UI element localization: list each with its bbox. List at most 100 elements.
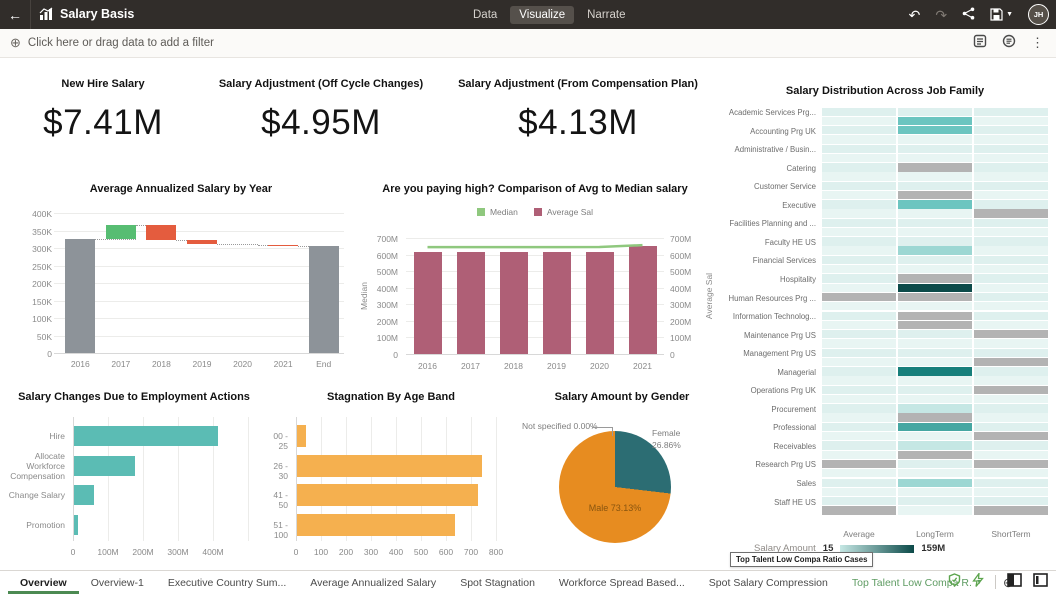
heatmap-cell[interactable] bbox=[898, 191, 972, 199]
heatmap-cell[interactable] bbox=[974, 293, 1048, 301]
heatmap-cell[interactable] bbox=[974, 182, 1048, 190]
kpi-tile[interactable]: New Hire Salary$7.41M bbox=[8, 78, 198, 143]
heatmap-cell[interactable] bbox=[822, 274, 896, 282]
heatmap-cell[interactable] bbox=[974, 274, 1048, 282]
heatmap-cell[interactable] bbox=[822, 451, 896, 459]
heatmap-cell[interactable] bbox=[898, 284, 972, 292]
heatmap-cell[interactable] bbox=[822, 237, 896, 245]
heatmap-cell[interactable] bbox=[898, 330, 972, 338]
heatmap-cell[interactable] bbox=[974, 172, 1048, 180]
heatmap-cell[interactable] bbox=[822, 441, 896, 449]
heatmap-cell[interactable] bbox=[974, 488, 1048, 496]
heatmap-cell[interactable] bbox=[898, 145, 972, 153]
heatmap-cell[interactable] bbox=[974, 339, 1048, 347]
heatmap-cell[interactable] bbox=[822, 506, 896, 514]
heatmap-cell[interactable] bbox=[898, 479, 972, 487]
heatmap-cell[interactable] bbox=[974, 256, 1048, 264]
mode-tab-narrate[interactable]: Narrate bbox=[578, 6, 634, 24]
heatmap-cell[interactable] bbox=[974, 395, 1048, 403]
bar-2018[interactable] bbox=[500, 252, 528, 354]
heatmap-cell[interactable] bbox=[822, 191, 896, 199]
heatmap-cell[interactable] bbox=[822, 497, 896, 505]
heatmap-cell[interactable] bbox=[898, 154, 972, 162]
heatmap-cell[interactable] bbox=[822, 386, 896, 394]
user-avatar[interactable]: JH bbox=[1028, 4, 1049, 25]
heatmap-cell[interactable] bbox=[974, 330, 1048, 338]
heatmap-cell[interactable] bbox=[974, 237, 1048, 245]
heatmap-cell[interactable] bbox=[974, 479, 1048, 487]
waterfall-bar-2016[interactable] bbox=[65, 239, 95, 353]
mode-tab-visualize[interactable]: Visualize bbox=[510, 6, 574, 24]
heatmap-cell[interactable] bbox=[822, 126, 896, 134]
heatmap-cell[interactable] bbox=[898, 312, 972, 320]
bar-2020[interactable] bbox=[586, 252, 614, 354]
heatmap-cell[interactable] bbox=[822, 209, 896, 217]
undo-icon[interactable]: ↶ bbox=[909, 8, 921, 22]
heatmap-cell[interactable] bbox=[898, 209, 972, 217]
heatmap-cell[interactable] bbox=[974, 312, 1048, 320]
hbar-1[interactable] bbox=[74, 456, 135, 476]
heatmap-cell[interactable] bbox=[974, 386, 1048, 394]
heatmap-cell[interactable] bbox=[822, 117, 896, 125]
heatmap-cell[interactable] bbox=[822, 367, 896, 375]
filter-controls-icon[interactable] bbox=[973, 34, 987, 53]
add-filter-button[interactable]: ⊕ Click here or drag data to add a filte… bbox=[10, 29, 214, 57]
heatmap-cell[interactable] bbox=[898, 293, 972, 301]
heatmap-cell[interactable] bbox=[822, 479, 896, 487]
heatmap-cell[interactable] bbox=[974, 191, 1048, 199]
heatmap-cell[interactable] bbox=[898, 321, 972, 329]
heatmap-cell[interactable] bbox=[822, 330, 896, 338]
hbar-3[interactable] bbox=[297, 514, 455, 536]
heatmap-cell[interactable] bbox=[974, 117, 1048, 125]
heatmap-cell[interactable] bbox=[898, 108, 972, 116]
hbar-2[interactable] bbox=[74, 485, 94, 505]
heatmap-cell[interactable] bbox=[974, 451, 1048, 459]
heatmap-cell[interactable] bbox=[898, 386, 972, 394]
heatmap-cell[interactable] bbox=[974, 423, 1048, 431]
save-button[interactable]: ▼ bbox=[990, 8, 1013, 21]
heatmap-cell[interactable] bbox=[898, 172, 972, 180]
heatmap-cell[interactable] bbox=[822, 349, 896, 357]
heatmap-cell[interactable] bbox=[898, 497, 972, 505]
heatmap-cell[interactable] bbox=[822, 432, 896, 440]
heatmap-cell[interactable] bbox=[974, 404, 1048, 412]
heatmap-cell[interactable] bbox=[822, 172, 896, 180]
heatmap-cell[interactable] bbox=[822, 108, 896, 116]
heatmap-cell[interactable] bbox=[898, 395, 972, 403]
heatmap-cell[interactable] bbox=[898, 376, 972, 384]
heatmap-cell[interactable] bbox=[822, 284, 896, 292]
heatmap-cell[interactable] bbox=[898, 200, 972, 208]
heatmap-cell[interactable] bbox=[974, 367, 1048, 375]
heatmap-cell[interactable] bbox=[974, 209, 1048, 217]
heatmap-cell[interactable] bbox=[822, 219, 896, 227]
canvas-tab-executive-country-sum-[interactable]: Executive Country Sum... bbox=[156, 571, 298, 594]
heatmap-cell[interactable] bbox=[974, 228, 1048, 236]
heatmap-cell[interactable] bbox=[974, 506, 1048, 514]
share-icon[interactable] bbox=[962, 7, 975, 22]
layout-thin-panel-icon[interactable] bbox=[1033, 573, 1048, 592]
heatmap-cell[interactable] bbox=[898, 246, 972, 254]
redo-icon[interactable]: ↷ bbox=[935, 8, 947, 22]
heatmap-cell[interactable] bbox=[898, 274, 972, 282]
hbar-2[interactable] bbox=[297, 484, 478, 506]
chart-stagnation-by-age-band[interactable]: Stagnation By Age Band 01002003004005006… bbox=[262, 391, 520, 569]
heatmap-cell[interactable] bbox=[822, 488, 896, 496]
waterfall-bar-2021[interactable] bbox=[268, 245, 298, 247]
heatmap-cell[interactable] bbox=[974, 108, 1048, 116]
heatmap-cell[interactable] bbox=[822, 182, 896, 190]
heatmap-cell[interactable] bbox=[974, 358, 1048, 366]
heatmap-cell[interactable] bbox=[898, 265, 972, 273]
waterfall-bar-End[interactable] bbox=[309, 246, 339, 353]
heatmap-cell[interactable] bbox=[822, 256, 896, 264]
heatmap-cell[interactable] bbox=[898, 256, 972, 264]
heatmap-cell[interactable] bbox=[822, 460, 896, 468]
heatmap-cell[interactable] bbox=[898, 441, 972, 449]
heatmap-cell[interactable] bbox=[822, 321, 896, 329]
bar-2016[interactable] bbox=[414, 252, 442, 354]
heatmap-cell[interactable] bbox=[898, 423, 972, 431]
heatmap-cell[interactable] bbox=[898, 349, 972, 357]
back-button[interactable]: ← bbox=[0, 0, 30, 29]
layout-left-panel-icon[interactable] bbox=[1007, 573, 1022, 592]
heatmap-cell[interactable] bbox=[974, 265, 1048, 273]
heatmap-cell[interactable] bbox=[822, 358, 896, 366]
